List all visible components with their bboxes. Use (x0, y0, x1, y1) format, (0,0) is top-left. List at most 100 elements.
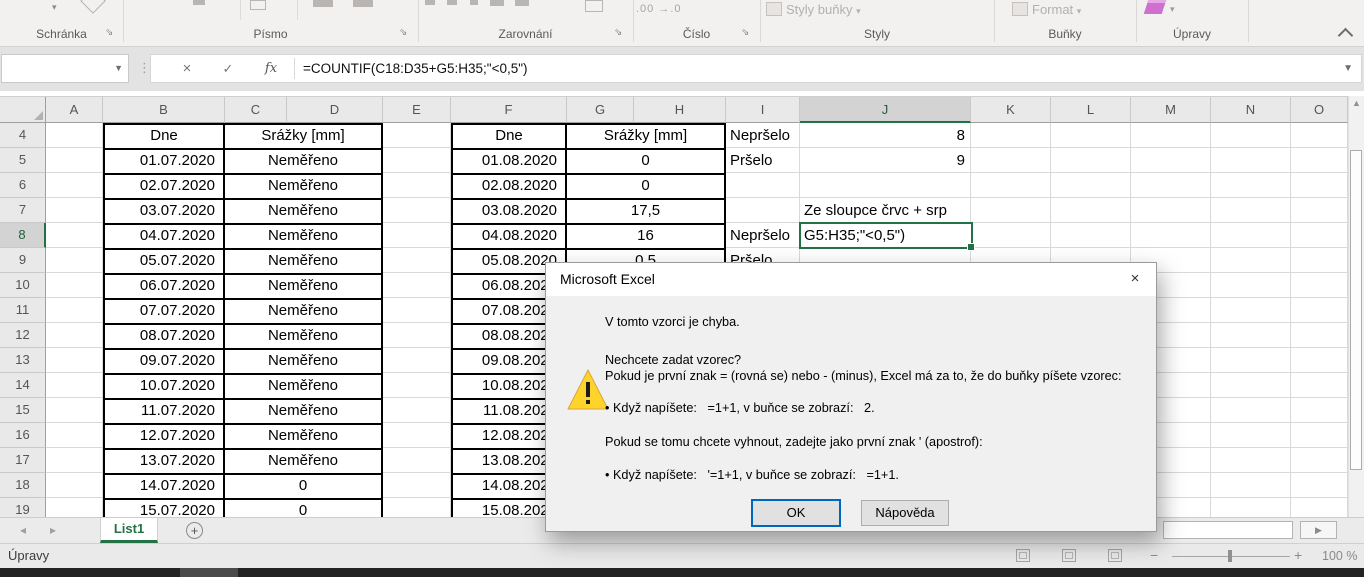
table-value-cell[interactable]: Neměřeno (225, 325, 383, 350)
grid-cell[interactable] (383, 373, 451, 398)
grid-cell[interactable] (1291, 198, 1348, 223)
grid-cell[interactable] (726, 198, 800, 223)
grid-cell[interactable] (1211, 223, 1291, 248)
row-header-14[interactable]: 14 (0, 373, 46, 398)
grid-cell[interactable] (1131, 198, 1211, 223)
grid-cell[interactable] (1131, 223, 1211, 248)
grid-cell[interactable] (383, 298, 451, 323)
grid-cell[interactable] (383, 148, 451, 173)
alignment-dialog-launcher-icon[interactable]: ⇘ (614, 27, 622, 38)
grid-cell[interactable] (1131, 173, 1211, 198)
decimal-buttons-icon[interactable]: .00 →.0 (636, 3, 682, 15)
grid-cell[interactable] (383, 198, 451, 223)
table-date-cell[interactable]: 12.07.2020 (105, 425, 225, 450)
column-header-N[interactable]: N (1211, 97, 1291, 123)
cell-J7[interactable]: Ze sloupce črvc + srp (804, 198, 947, 223)
table-date-cell[interactable]: 09.07.2020 (105, 350, 225, 375)
page-layout-view-icon[interactable] (1062, 549, 1076, 562)
grid-cell[interactable] (1291, 373, 1348, 398)
table-date-cell[interactable]: 14.07.2020 (105, 475, 225, 500)
table-date-cell[interactable]: 15.07.2020 (105, 500, 225, 518)
table-date-cell[interactable]: 04.07.2020 (105, 225, 225, 250)
table-value-cell[interactable]: Neměřeno (225, 150, 383, 175)
grid-cell[interactable] (1211, 373, 1291, 398)
table-value-cell[interactable]: Neměřeno (225, 425, 383, 450)
grid-cell[interactable] (1051, 123, 1131, 148)
row-header-5[interactable]: 5 (0, 148, 46, 173)
column-header-E[interactable]: E (383, 97, 451, 123)
dialog-titlebar[interactable]: Microsoft Excel × (546, 263, 1156, 296)
cell-J4[interactable]: 8 (800, 123, 965, 148)
row-header-11[interactable]: 11 (0, 298, 46, 323)
grid-cell[interactable] (971, 198, 1051, 223)
grid-cell[interactable] (1211, 148, 1291, 173)
prev-sheet-icon[interactable]: ◂ (20, 523, 26, 537)
zoom-level[interactable]: 100 % (1322, 549, 1357, 563)
zoom-out-icon[interactable]: − (1150, 547, 1158, 563)
grid-cell[interactable] (46, 248, 103, 273)
enter-button[interactable]: ✓ (214, 55, 242, 82)
grid-cell[interactable] (1051, 223, 1131, 248)
fill-handle[interactable] (967, 243, 975, 251)
insert-function-button[interactable]: fx (257, 55, 285, 82)
formula-input[interactable]: =COUNTIF(C18:D35+G5:H35;"<0,5") (303, 55, 528, 82)
row-header-4[interactable]: 4 (0, 123, 46, 148)
table-value-cell[interactable]: Neměřeno (225, 275, 383, 300)
table-value-cell[interactable]: Neměřeno (225, 450, 383, 475)
grid-cell[interactable] (726, 173, 800, 198)
column-header-C[interactable]: C (225, 97, 287, 123)
cancel-button[interactable]: × (173, 55, 201, 82)
grid-cell[interactable] (800, 173, 971, 198)
zoom-in-icon[interactable]: + (1294, 547, 1302, 563)
grid-cell[interactable] (971, 223, 1051, 248)
clear-dropdown-chevron-icon[interactable]: ▾ (1170, 4, 1175, 15)
grid-cell[interactable] (46, 123, 103, 148)
table-value-cell[interactable]: Neměřeno (225, 225, 383, 250)
grid-cell[interactable] (383, 173, 451, 198)
help-button[interactable]: Nápověda (861, 500, 949, 526)
column-header-O[interactable]: O (1291, 97, 1348, 123)
format-painter-icon[interactable] (80, 0, 105, 14)
new-sheet-button[interactable]: + (186, 522, 203, 539)
table-date-cell[interactable]: 10.07.2020 (105, 375, 225, 400)
grid-cell[interactable] (1291, 448, 1348, 473)
cell-J5[interactable]: 9 (800, 148, 965, 173)
grid-cell[interactable] (1291, 123, 1348, 148)
row-header-9[interactable]: 9 (0, 248, 46, 273)
grid-cell[interactable] (46, 148, 103, 173)
grid-cell[interactable] (971, 123, 1051, 148)
sheet-tab-list1[interactable]: List1 (100, 518, 158, 543)
row-header-7[interactable]: 7 (0, 198, 46, 223)
grid-cell[interactable] (383, 323, 451, 348)
grid-cell[interactable] (383, 248, 451, 273)
column-header-I[interactable]: I (726, 97, 800, 123)
grid-cell[interactable] (1291, 248, 1348, 273)
grid-cell[interactable] (1211, 498, 1291, 518)
table-date-cell[interactable]: 01.07.2020 (105, 150, 225, 175)
table-date-cell[interactable]: 02.07.2020 (105, 175, 225, 200)
clipboard-dialog-launcher-icon[interactable]: ⇘ (105, 27, 113, 38)
grid-cell[interactable] (383, 473, 451, 498)
grid-cell[interactable] (383, 423, 451, 448)
grid-cell[interactable] (1211, 398, 1291, 423)
grid-cell[interactable] (1291, 173, 1348, 198)
grid-cell[interactable] (1211, 473, 1291, 498)
cell-I8[interactable]: Nepršelo (730, 223, 790, 248)
grid-cell[interactable] (46, 173, 103, 198)
name-box[interactable]: ▼ (1, 54, 129, 83)
column-header-J[interactable]: J (800, 97, 971, 123)
cell-I4[interactable]: Nepršelo (730, 123, 790, 148)
grid-cell[interactable] (1211, 423, 1291, 448)
table-date-cell[interactable]: 13.07.2020 (105, 450, 225, 475)
grid-cell[interactable] (1211, 248, 1291, 273)
scroll-right-button[interactable]: ▶ (1300, 521, 1337, 539)
grid-cell[interactable] (383, 273, 451, 298)
grid-cell[interactable] (46, 373, 103, 398)
table-date-cell[interactable]: 08.07.2020 (105, 325, 225, 350)
table-value-cell[interactable]: 0 (225, 475, 383, 500)
grid-cell[interactable] (1211, 123, 1291, 148)
column-header-M[interactable]: M (1131, 97, 1211, 123)
row-header-19[interactable]: 19 (0, 498, 46, 518)
grid-cell[interactable] (971, 173, 1051, 198)
table-date-cell[interactable]: 11.07.2020 (105, 400, 225, 425)
